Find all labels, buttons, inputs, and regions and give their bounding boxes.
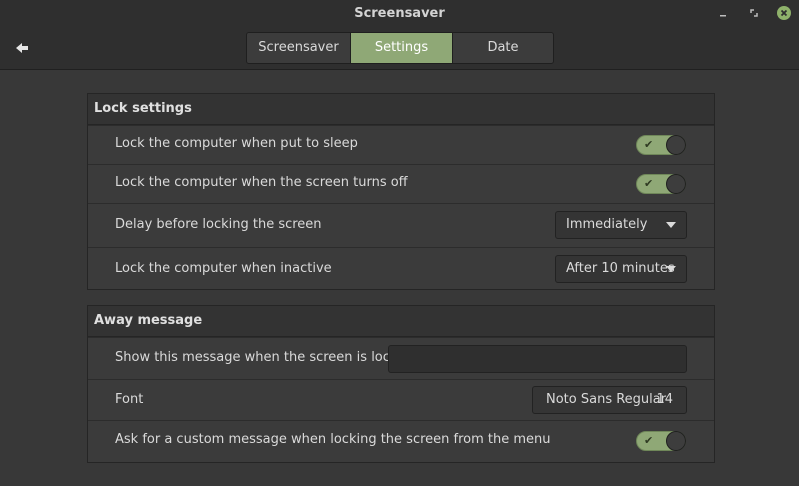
font-size: 14 [656,392,673,407]
row-label: Lock the computer when put to sleep [115,136,358,151]
row-label: Lock the computer when the screen turns … [115,175,408,190]
ask-custom-message-switch[interactable]: ✔ [636,431,686,451]
list-item: Ask for a custom message when locking th… [88,420,714,462]
dropdown-value: After 10 minutes [566,261,675,276]
tab-screensaver[interactable]: Screensaver [247,33,350,63]
list-item: Lock the computer when inactive After 10… [88,247,714,291]
check-icon: ✔ [644,434,654,447]
away-message-section: Away message Show this message when the … [87,305,715,463]
close-icon[interactable] [777,6,791,20]
section-title: Lock settings [88,94,714,125]
chevron-down-icon [666,222,676,228]
list-item: Font Noto Sans Regular 14 [88,379,714,420]
maximize-icon[interactable] [747,6,761,20]
back-arrow-icon[interactable] [12,38,32,58]
list-item: Show this message when the screen is loc… [88,337,714,379]
row-label: Delay before locking the screen [115,217,322,232]
font-chooser-button[interactable]: Noto Sans Regular 14 [532,386,687,414]
check-icon: ✔ [644,138,654,151]
font-name: Noto Sans Regular [546,392,667,407]
screensaver-window: Screensaver Screensaver Settings Date Lo… [0,0,799,486]
header-bar: Screensaver Screensaver Settings Date [0,0,799,70]
row-label: Show this message when the screen is loc… [115,350,414,365]
list-item: Delay before locking the screen Immediat… [88,203,714,247]
row-label: Lock the computer when inactive [115,261,332,276]
lock-on-screen-off-switch[interactable]: ✔ [636,174,686,194]
lock-on-sleep-switch[interactable]: ✔ [636,135,686,155]
lock-inactive-dropdown[interactable]: After 10 minutes [555,255,687,283]
window-title: Screensaver [354,6,445,21]
lock-delay-dropdown[interactable]: Immediately [555,211,687,239]
switch-knob [666,431,686,451]
dropdown-value: Immediately [566,217,648,232]
list-item: Lock the computer when the screen turns … [88,164,714,203]
section-title: Away message [88,306,714,337]
stack-switcher: Screensaver Settings Date [246,32,554,64]
chevron-down-icon [666,266,676,272]
row-label: Font [115,392,144,407]
lock-settings-section: Lock settings Lock the computer when put… [87,93,715,290]
list-item: Lock the computer when put to sleep ✔ [88,125,714,164]
tab-date[interactable]: Date [452,33,553,63]
check-icon: ✔ [644,177,654,190]
away-message-input[interactable] [388,345,687,373]
switch-knob [666,135,686,155]
tab-settings[interactable]: Settings [350,33,452,63]
minimize-icon[interactable] [716,6,730,20]
switch-knob [666,174,686,194]
row-label: Ask for a custom message when locking th… [115,432,551,447]
